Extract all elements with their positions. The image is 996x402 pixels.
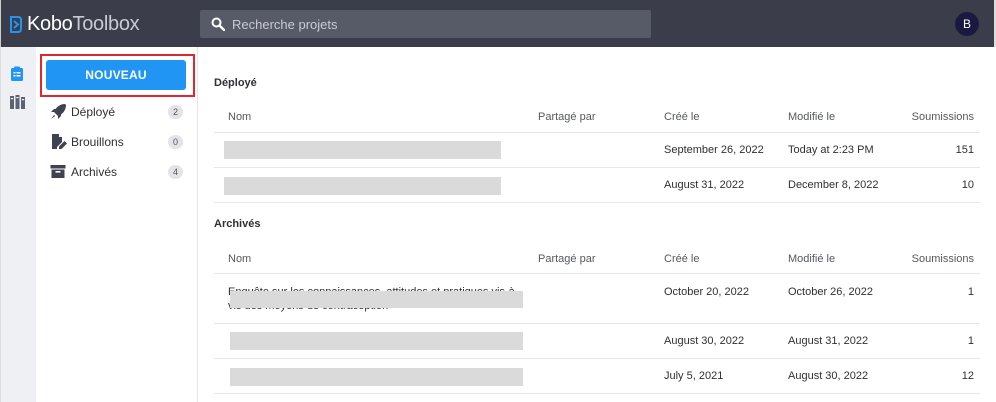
redacted-project-name xyxy=(224,141,501,159)
logo-kobo-text: Kobo xyxy=(27,12,73,35)
left-rail xyxy=(0,47,36,402)
redacted-project-name xyxy=(224,177,501,195)
submissions-count: 12 xyxy=(961,370,974,382)
logo-wordmark: KoboToolbox xyxy=(27,12,140,36)
project-list: Déployé Nom Partagé par Créé le Modifié … xyxy=(198,47,994,402)
sidebar-item-label: Brouillons xyxy=(71,135,124,149)
sidebar-item-count: 4 xyxy=(168,165,183,179)
redacted-project-name xyxy=(230,291,523,308)
table-row[interactable]: Enquête sur les connaissances, attitudes… xyxy=(214,274,980,324)
modified-date: Today at 2:23 PM xyxy=(788,144,874,156)
submissions-count: 10 xyxy=(961,179,974,191)
search-icon xyxy=(211,17,226,32)
created-date: October 20, 2022 xyxy=(664,286,750,298)
column-header-shared-by[interactable]: Partagé par xyxy=(538,253,595,265)
column-header-name[interactable]: Nom xyxy=(228,253,251,265)
table-row[interactable]: August 30, 2022 August 31, 2022 1 xyxy=(214,324,980,359)
column-header-modified[interactable]: Modifié le xyxy=(788,111,835,123)
modified-date: August 30, 2022 xyxy=(788,370,869,382)
table-row[interactable]: July 5, 2021 August 30, 2022 12 xyxy=(214,359,980,394)
kobotoolbox-logo[interactable]: KoboToolbox xyxy=(9,12,140,36)
logo-toolbox-text: Toolbox xyxy=(72,12,140,35)
user-avatar[interactable]: B xyxy=(955,12,979,36)
column-header-submissions[interactable]: Soumissions xyxy=(912,253,974,265)
table-row[interactable]: August 31, 2022 December 8, 2022 10 xyxy=(214,168,980,203)
rocket-icon xyxy=(50,103,67,120)
sidebar-item-label: Déployé xyxy=(71,105,116,119)
modified-date: December 8, 2022 xyxy=(788,179,879,191)
draft-edit-icon xyxy=(50,133,67,150)
sidebar-item-count: 0 xyxy=(168,135,183,149)
sidebar-item-deployed[interactable]: Déployé 2 xyxy=(36,100,196,124)
submissions-count: 1 xyxy=(967,335,974,347)
created-date: August 30, 2022 xyxy=(664,335,745,347)
section-title-archived: Archivés xyxy=(214,218,261,230)
column-header-shared-by[interactable]: Partagé par xyxy=(538,111,595,123)
sidebar-item-archived[interactable]: Archivés 4 xyxy=(36,160,196,184)
search-bar[interactable] xyxy=(200,10,651,38)
clipboard-icon[interactable] xyxy=(9,66,27,84)
new-project-button[interactable]: NOUVEAU xyxy=(46,60,186,90)
table-row[interactable]: September 26, 2022 Today at 2:23 PM 151 xyxy=(214,133,980,168)
library-icon[interactable] xyxy=(9,94,27,112)
submissions-count: 1 xyxy=(967,286,974,298)
submissions-count: 151 xyxy=(955,144,974,156)
sidebar: NOUVEAU Déployé 2 Brouillons 0 Archivés … xyxy=(36,47,198,402)
redacted-project-name xyxy=(230,332,523,350)
sidebar-item-count: 2 xyxy=(168,105,183,119)
section-title-deployed: Déployé xyxy=(214,77,257,89)
column-header-submissions[interactable]: Soumissions xyxy=(912,111,974,123)
sidebar-item-drafts[interactable]: Brouillons 0 xyxy=(36,130,196,154)
created-date: July 5, 2021 xyxy=(664,370,724,382)
table-header: Nom Partagé par Créé le Modifié le Soumi… xyxy=(214,103,980,133)
redacted-project-name xyxy=(230,368,523,386)
modified-date: August 31, 2022 xyxy=(788,335,869,347)
created-date: September 26, 2022 xyxy=(664,144,764,156)
table-header: Nom Partagé par Créé le Modifié le Soumi… xyxy=(214,244,980,274)
column-header-modified[interactable]: Modifié le xyxy=(788,253,835,265)
archive-box-icon xyxy=(50,163,67,180)
modified-date: October 26, 2022 xyxy=(788,286,874,298)
search-input[interactable] xyxy=(232,16,632,32)
sidebar-item-label: Archivés xyxy=(71,165,118,179)
created-date: August 31, 2022 xyxy=(664,179,745,191)
column-header-created[interactable]: Créé le xyxy=(664,111,699,123)
column-header-name[interactable]: Nom xyxy=(228,111,251,123)
kobo-logo-icon xyxy=(9,15,22,33)
column-header-created[interactable]: Créé le xyxy=(664,253,699,265)
top-bar: KoboToolbox B xyxy=(0,0,996,47)
